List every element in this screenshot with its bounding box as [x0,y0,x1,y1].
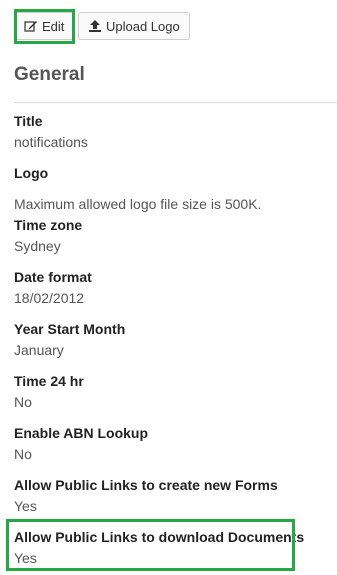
edit-icon [24,19,38,33]
edit-button-label: Edit [42,18,65,34]
field-label-year-start-month: Year Start Month [14,321,126,337]
field-value-public-links-download-documents: Yes [14,550,37,566]
field-value-time-zone: Sydney [14,238,61,254]
edit-button[interactable]: Edit [14,12,75,40]
section-divider [14,102,337,103]
download-documents-highlight-box [6,519,295,571]
field-label-public-links-download-documents: Allow Public Links to download Documents [14,529,305,545]
field-label-enable-abn-lookup: Enable ABN Lookup [14,425,149,441]
section-title: General [14,64,85,85]
field-value-title: notifications [14,134,88,150]
field-value-time-24-hr: No [14,394,32,410]
field-label-date-format: Date format [14,269,92,285]
upload-icon [88,19,102,33]
field-value-date-format: 18/02/2012 [14,290,85,306]
field-label-logo: Logo [14,165,49,181]
field-label-public-links-create-forms: Allow Public Links to create new Forms [14,477,278,493]
field-label-time-24-hr: Time 24 hr [14,373,84,389]
field-label-title: Title [14,113,43,129]
field-label-time-zone: Time zone [14,217,83,233]
field-value-public-links-create-forms: Yes [14,498,37,514]
field-value-year-start-month: January [14,342,64,358]
upload-logo-button-label: Upload Logo [106,18,180,34]
field-value-enable-abn-lookup: No [14,446,32,462]
upload-logo-button[interactable]: Upload Logo [78,12,190,40]
field-value-logo: Maximum allowed logo file size is 500K. [14,196,262,212]
